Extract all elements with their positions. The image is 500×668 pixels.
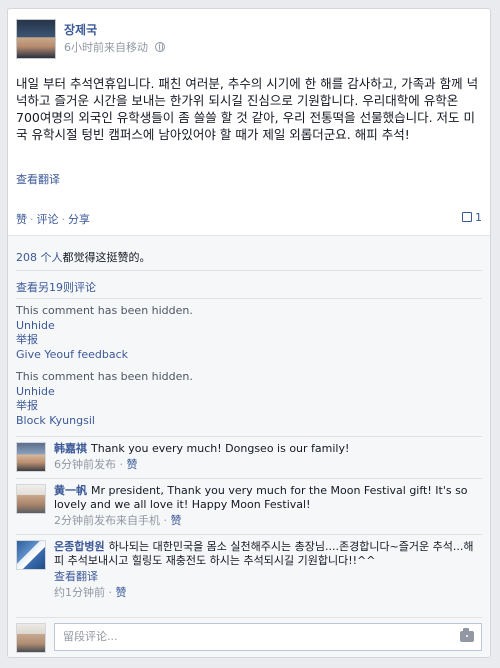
post-card: 장제국 6小时前来自移动 내일 부터 추석연휴입니다. 패친 여러분, 추수의 … [7, 8, 491, 658]
comment-button[interactable]: 评论 [37, 213, 59, 226]
view-more-comments-link[interactable]: 查看另19则评论 [16, 279, 96, 295]
comment-body: 黄一帆 Mr president, Thank you very much for… [54, 484, 482, 528]
comment-body: 온종합병원 하나되는 대한민국을 몸소 실천해주시는 총장님....존경합니다~즐… [54, 540, 482, 600]
see-translation-link[interactable]: 查看翻译 [16, 171, 60, 187]
comment-meta: 约1分钟前 · 赞 [54, 586, 127, 599]
likes-count-link[interactable]: 208 个人 [16, 251, 63, 264]
commenter-name[interactable]: 온종합병원 [54, 540, 105, 553]
hidden-comment-text: This comment has been hidden. [16, 370, 193, 383]
post-time[interactable]: 6小时前来自移动 [64, 41, 148, 54]
divider [16, 617, 482, 618]
hidden-comment: This comment has been hidden. Unhide 举报 … [16, 370, 193, 428]
commenter-name[interactable]: 韩嘉祺 [54, 442, 87, 455]
commenter-avatar[interactable] [16, 484, 46, 514]
like-button[interactable]: 赞 [16, 213, 27, 226]
comment-time[interactable]: 约1分钟前 [54, 586, 105, 599]
comment-like-button[interactable]: 赞 [171, 514, 182, 527]
comment-item: 黄一帆 Mr president, Thank you very much for… [16, 484, 482, 532]
current-user-avatar [16, 623, 46, 653]
author-name[interactable]: 장제국 [64, 21, 97, 38]
commenter-avatar[interactable] [16, 442, 46, 472]
hidden-comment: This comment has been hidden. Unhide 举报 … [16, 304, 193, 362]
comment-text: Mr president, Thank you very much for th… [54, 484, 468, 511]
report-link[interactable]: 举报 [16, 399, 38, 412]
post-actions: 赞 · 评论 · 分享 1 [16, 211, 482, 226]
give-feedback-link[interactable]: Give Yeouf feedback [16, 348, 128, 361]
post-header: 장제국 6小时前来自移动 [16, 19, 476, 63]
report-link[interactable]: 举报 [16, 333, 38, 346]
comment-meta: 2分钟前发布来自手机 · 赞 [54, 514, 182, 527]
hidden-comment-text: This comment has been hidden. [16, 304, 193, 317]
author-avatar[interactable] [16, 19, 56, 59]
action-separator: · [30, 213, 34, 226]
commenter-name[interactable]: 黄一帆 [54, 484, 87, 497]
see-translation-link[interactable]: 查看翻译 [54, 570, 98, 583]
post-meta: 6小时前来自移动 [64, 39, 165, 55]
post-text: 내일 부터 추석연휴입니다. 패친 여러분, 추수의 시기에 한 해를 감사하고… [16, 76, 479, 142]
comment-like-button[interactable]: 赞 [127, 458, 138, 471]
divider [16, 436, 482, 437]
comment-count-value: 1 [475, 211, 482, 224]
comment-item: 韩嘉祺 Thank you every much! Dongseo is our … [16, 442, 482, 476]
comment-count-icon [462, 212, 472, 222]
unhide-link[interactable]: Unhide [16, 385, 55, 398]
comment-time[interactable]: 2分钟前发布来自手机 [54, 514, 160, 527]
divider [16, 534, 482, 535]
comment-time[interactable]: 6分钟前发布 [54, 458, 116, 471]
globe-icon[interactable] [154, 42, 165, 52]
divider [16, 298, 482, 299]
write-comment-row: 留段评论... [16, 623, 482, 653]
block-user-link[interactable]: Block Kyungsil [16, 414, 95, 427]
comment-text: 하나되는 대한민국을 몸소 실천해주시는 총장님....존경합니다~즐거운 추석… [54, 540, 474, 567]
divider [16, 478, 482, 479]
comment-like-button[interactable]: 赞 [116, 586, 127, 599]
comment-item: 온종합병원 하나되는 대한민국을 몸소 실천해주시는 총장님....존경합니다~즐… [16, 540, 482, 618]
commenter-avatar[interactable] [16, 540, 46, 570]
action-separator: · [61, 213, 66, 226]
comment-input[interactable]: 留段评论... [54, 623, 482, 651]
comment-count[interactable]: 1 [462, 211, 482, 224]
likes-summary: 208 个人都觉得这挺赞的。 [16, 249, 151, 265]
comment-meta: 6分钟前发布 · 赞 [54, 458, 138, 471]
share-button[interactable]: 分享 [68, 213, 90, 226]
comment-body: 韩嘉祺 Thank you every much! Dongseo is our … [54, 442, 482, 472]
likes-summary-text: 都觉得这挺赞的。 [62, 251, 151, 264]
comments-section: 208 个人都觉得这挺赞的。 查看另19则评论 This comment has… [8, 235, 490, 657]
camera-icon[interactable] [460, 628, 474, 642]
divider [16, 270, 482, 271]
unhide-link[interactable]: Unhide [16, 319, 55, 332]
comment-text: Thank you every much! Dongseo is our fam… [91, 442, 350, 455]
